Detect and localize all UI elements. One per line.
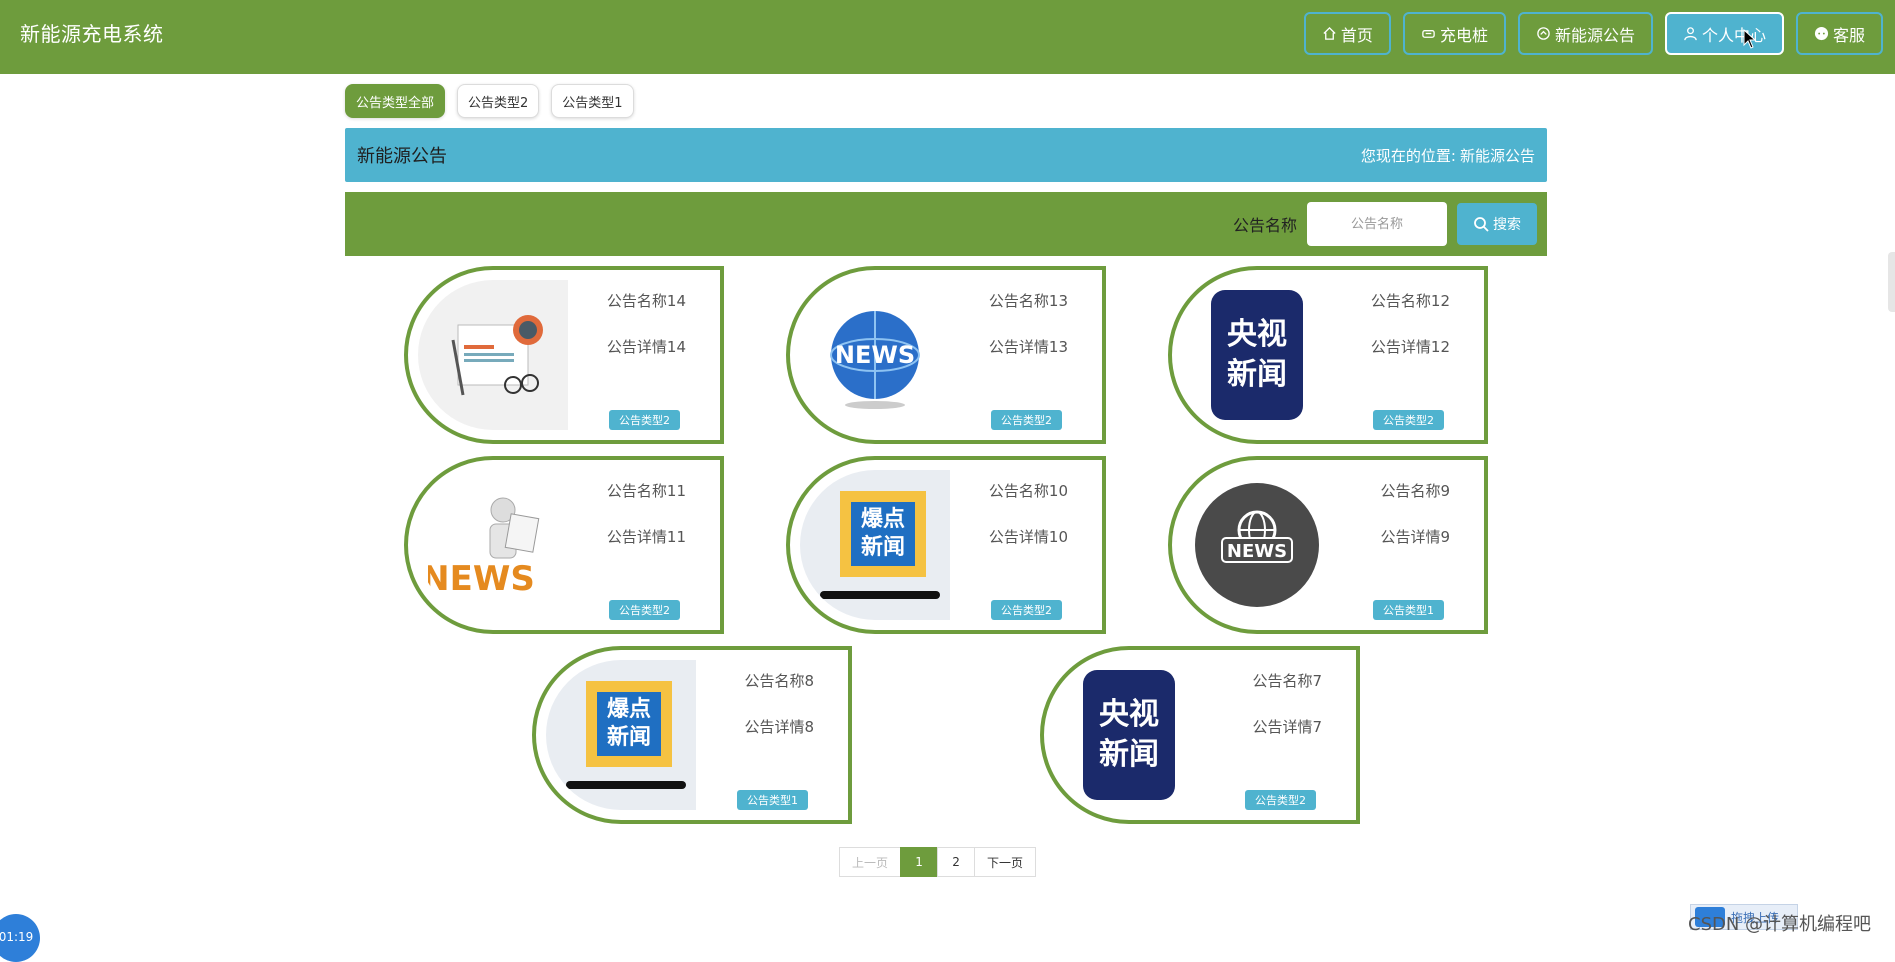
nav-home-button[interactable]: 首页 <box>1303 12 1391 55</box>
side-scroll-tab[interactable] <box>1888 252 1895 312</box>
notice-name: 公告名称13 <box>988 292 1068 310</box>
nav-notice-button[interactable]: 新能源公告 <box>1517 12 1653 55</box>
news-reader-icon: NEWS <box>418 470 568 620</box>
notice-detail: 公告详情9 <box>1380 528 1450 546</box>
page-1-button[interactable]: 1 <box>900 847 939 877</box>
tab-type-1[interactable]: 公告类型1 <box>551 84 634 118</box>
breadcrumb-prefix: 您现在的位置: <box>1360 146 1456 165</box>
search-button[interactable]: 搜索 <box>1457 203 1537 245</box>
top-header: 新能源充电系统 首页 充电桩 新能源公告 个人中心 客服 <box>0 0 1895 74</box>
thumb-text: NEWS <box>1227 541 1287 562</box>
notice-card[interactable]: 爆点新闻 公告名称10 公告详情10 公告类型2 <box>786 456 1106 634</box>
notice-type-badge: 公告类型2 <box>991 600 1062 620</box>
notice-type-badge: 公告类型1 <box>737 790 808 810</box>
nav-charger-label: 充电桩 <box>1439 25 1488 45</box>
tab-type-2[interactable]: 公告类型2 <box>457 84 540 118</box>
notice-card[interactable]: 央视新闻 公告名称7 公告详情7 公告类型2 <box>1040 646 1360 824</box>
notice-name: 公告名称12 <box>1370 292 1450 310</box>
next-page-button[interactable]: 下一页 <box>974 847 1037 877</box>
notice-type-badge: 公告类型1 <box>1373 600 1444 620</box>
notice-type-badge: 公告类型2 <box>609 410 680 430</box>
breadcrumb: 您现在的位置: 新能源公告 <box>1361 145 1535 166</box>
notice-detail: 公告详情14 <box>606 338 686 356</box>
notice-card[interactable]: 央视新闻 公告名称12 公告详情12 公告类型2 <box>1168 266 1488 444</box>
notice-name: 公告名称10 <box>988 482 1068 500</box>
notice-detail: 公告详情13 <box>988 338 1068 356</box>
notice-card[interactable]: NEWS 公告名称9 公告详情9 公告类型1 <box>1168 456 1488 634</box>
news-paper-icon <box>418 280 568 430</box>
notice-type-tabs: 公告类型全部 公告类型2 公告类型1 <box>345 84 634 118</box>
mouse-cursor-icon <box>1743 29 1757 49</box>
notice-name: 公告名称9 <box>1380 482 1450 500</box>
hot-news-icon: 爆点新闻 <box>800 470 950 620</box>
notice-type-badge: 公告类型2 <box>609 600 680 620</box>
prev-page-button[interactable]: 上一页 <box>839 847 902 877</box>
thumb-text: NEWS <box>428 559 535 599</box>
cctv-news-icon: 央视新闻 <box>1054 660 1204 810</box>
cctv-news-icon: 央视新闻 <box>1182 280 1332 430</box>
nav-service-button[interactable]: 客服 <box>1795 12 1883 55</box>
notice-name: 公告名称11 <box>606 482 686 500</box>
thumb-text: NEWS <box>835 341 915 369</box>
thumb-text: 爆点新闻 <box>851 502 915 566</box>
page-2-button[interactable]: 2 <box>937 847 976 877</box>
notice-detail: 公告详情11 <box>606 528 686 546</box>
search-input[interactable] <box>1307 202 1447 246</box>
nav-charger-button[interactable]: 充电桩 <box>1402 12 1506 55</box>
user-icon <box>1684 27 1697 41</box>
nav-user-center-button[interactable]: 个人中心 <box>1664 12 1784 55</box>
notice-icon <box>1537 27 1550 40</box>
section-title-bar: 新能源公告 您现在的位置: 新能源公告 <box>345 128 1547 182</box>
nav-notice-label: 新能源公告 <box>1554 25 1635 45</box>
chat-icon <box>1814 26 1829 41</box>
site-brand[interactable]: 新能源充电系统 <box>20 20 164 48</box>
nav-home-label: 首页 <box>1340 25 1373 45</box>
news-circle-icon: NEWS <box>1182 470 1332 620</box>
search-icon <box>1474 217 1489 232</box>
notice-card[interactable]: NEWS 公告名称13 公告详情13 公告类型2 <box>786 266 1106 444</box>
notice-type-badge: 公告类型2 <box>1245 790 1316 810</box>
csdn-watermark: CSDN @计算机编程吧 <box>1688 914 1872 935</box>
thumb-text: 央视新闻 <box>1227 317 1287 392</box>
notice-card[interactable]: 公告名称14 公告详情14 公告类型2 <box>404 266 724 444</box>
search-button-label: 搜索 <box>1493 217 1521 233</box>
recording-clock: 01:19 <box>0 914 40 962</box>
notice-detail: 公告详情8 <box>744 718 814 736</box>
news-globe-icon: NEWS <box>800 280 950 430</box>
notice-name: 公告名称14 <box>606 292 686 310</box>
notice-name: 公告名称8 <box>744 672 814 690</box>
search-label: 公告名称 <box>1232 216 1297 235</box>
notice-card[interactable]: 爆点新闻 公告名称8 公告详情8 公告类型1 <box>532 646 852 824</box>
page-title: 新能源公告 <box>357 146 447 167</box>
pagination: 上一页 1 2 下一页 <box>839 847 1037 877</box>
breadcrumb-current[interactable]: 新能源公告 <box>1460 145 1535 166</box>
thumb-text: 央视新闻 <box>1099 697 1159 772</box>
hot-news-icon: 爆点新闻 <box>546 660 696 810</box>
tab-type-all[interactable]: 公告类型全部 <box>345 84 446 118</box>
search-bar: 公告名称 搜索 <box>345 192 1547 256</box>
charger-icon <box>1422 30 1435 38</box>
nav-service-label: 客服 <box>1832 25 1865 45</box>
notice-name: 公告名称7 <box>1252 672 1322 690</box>
main-nav: 首页 充电桩 新能源公告 个人中心 客服 <box>1303 12 1883 55</box>
home-icon <box>1323 26 1336 40</box>
notice-detail: 公告详情12 <box>1370 338 1450 356</box>
notice-card[interactable]: NEWS 公告名称11 公告详情11 公告类型2 <box>404 456 724 634</box>
notice-detail: 公告详情10 <box>988 528 1068 546</box>
notice-detail: 公告详情7 <box>1252 718 1322 736</box>
notice-type-badge: 公告类型2 <box>991 410 1062 430</box>
notice-type-badge: 公告类型2 <box>1373 410 1444 430</box>
thumb-text: 爆点新闻 <box>597 692 661 756</box>
